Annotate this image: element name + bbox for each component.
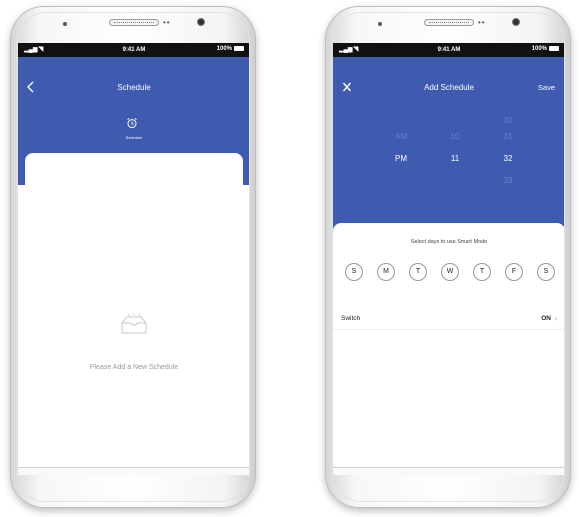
status-bar: ▂▄▆ ◥ 9:41 AM 100% [333, 43, 565, 57]
picker-option[interactable]: AM [381, 131, 421, 143]
phone-schedule: •• ▂▄▆ ◥ 9:41 AM 100% Schedule Schedule [10, 6, 256, 508]
day-saturday-button[interactable]: S [537, 263, 555, 281]
switch-value: ON [541, 315, 551, 322]
picker-option-selected[interactable]: 32 [488, 153, 528, 165]
picker-option[interactable]: 30 [488, 115, 528, 127]
schedule-screen: ▂▄▆ ◥ 9:41 AM 100% Schedule Schedule Ple… [18, 43, 250, 475]
battery-icon [549, 46, 559, 51]
alarm-clock-icon[interactable] [126, 117, 138, 129]
add-schedule-screen: ▂▄▆ ◥ 9:41 AM 100% Add Schedule Save AM … [333, 43, 565, 475]
picker-option[interactable]: 10 [435, 131, 475, 143]
battery-icon [234, 46, 244, 51]
bottom-bar [18, 467, 250, 475]
earpiece-speaker [424, 19, 474, 26]
divider [333, 329, 565, 330]
proximity-sensor [197, 18, 205, 26]
phone-add-schedule: •• ▂▄▆ ◥ 9:41 AM 100% Add Schedule Save … [325, 6, 571, 508]
time-picker[interactable]: AM PM 10 11 30 31 32 33 [333, 116, 565, 239]
days-selector: S M T W T F S [345, 263, 555, 285]
front-camera [63, 22, 67, 26]
status-time: 9:41 AM [122, 47, 146, 53]
sensor-dots: •• [478, 18, 486, 27]
sensor-dots: •• [163, 18, 171, 27]
day-monday-button[interactable]: M [377, 263, 395, 281]
front-camera [378, 22, 382, 26]
days-card [333, 223, 565, 475]
proximity-sensor [512, 18, 520, 26]
empty-state-message: Please Add a New Schedule [89, 364, 179, 371]
page-title: Schedule [117, 83, 151, 92]
battery-status: 100% [532, 46, 559, 52]
day-thursday-button[interactable]: T [473, 263, 491, 281]
page-title: Add Schedule [424, 83, 474, 92]
picker-option[interactable]: 33 [488, 175, 528, 187]
status-time: 9:41 AM [437, 47, 461, 53]
picker-option-selected[interactable]: 11 [435, 153, 475, 165]
day-friday-button[interactable]: F [505, 263, 523, 281]
battery-status: 100% [217, 46, 244, 52]
picker-option-selected[interactable]: PM [381, 153, 421, 165]
battery-percent: 100% [216, 46, 232, 53]
empty-box-icon [121, 313, 147, 334]
picker-option[interactable]: 31 [488, 131, 528, 143]
bottom-bar [333, 467, 565, 475]
status-bar: ▂▄▆ ◥ 9:41 AM 100% [18, 43, 250, 57]
schedule-list-card [25, 153, 243, 461]
schedule-tab-label[interactable]: Schedule [18, 135, 250, 140]
picker-option[interactable] [381, 119, 421, 131]
day-sunday-button[interactable]: S [345, 263, 363, 281]
battery-percent: 100% [531, 46, 547, 53]
picker-option[interactable] [435, 119, 475, 131]
save-button[interactable]: Save [538, 83, 555, 92]
day-wednesday-button[interactable]: W [441, 263, 459, 281]
select-days-label: Select days to use Smart Mode [410, 239, 488, 245]
switch-row[interactable]: Switch ON › [341, 313, 557, 327]
earpiece-speaker [109, 19, 159, 26]
switch-label: Switch [341, 315, 361, 322]
chevron-right-icon: › [554, 314, 557, 323]
day-tuesday-button[interactable]: T [409, 263, 427, 281]
